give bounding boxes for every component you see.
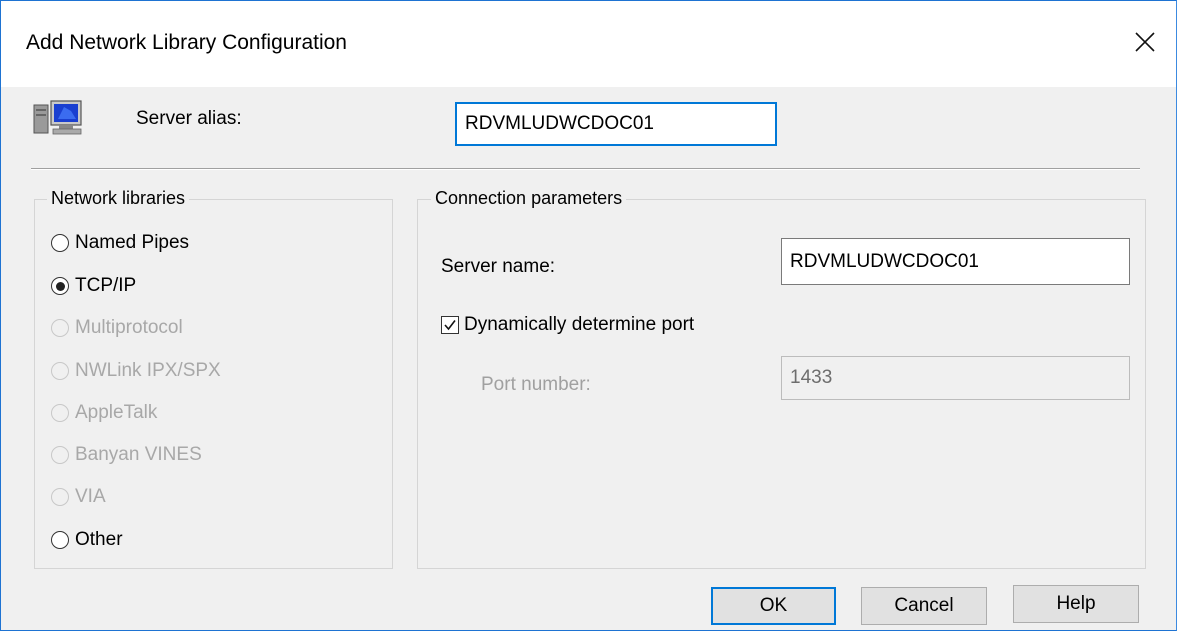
server-alias-input[interactable]: RDVMLUDWCDOC01 <box>455 102 777 146</box>
server-alias-label: Server alias: <box>136 108 242 129</box>
checkmark-icon <box>441 316 459 334</box>
radio-button-icon <box>51 446 69 464</box>
server-name-input[interactable]: RDVMLUDWCDOC01 <box>781 238 1130 285</box>
server-computer-icon <box>31 97 91 141</box>
dialog-content: Server alias: RDVMLUDWCDOC01 Network lib… <box>1 87 1176 630</box>
radio-appletalk: AppleTalk <box>51 402 157 424</box>
ok-button[interactable]: OK <box>711 587 836 625</box>
title-bar: Add Network Library Configuration <box>1 1 1176 87</box>
radio-other[interactable]: Other <box>51 529 123 551</box>
radio-button-icon <box>51 234 69 252</box>
radio-multiprotocol: Multiprotocol <box>51 317 183 339</box>
close-icon[interactable] <box>1128 25 1162 59</box>
separator <box>31 168 1140 170</box>
network-libraries-label: Network libraries <box>47 188 190 209</box>
dynamic-port-checkbox[interactable]: Dynamically determine port <box>441 314 694 336</box>
radio-selected-icon <box>51 277 69 295</box>
radio-tcp-ip[interactable]: TCP/IP <box>51 275 136 297</box>
radio-button-icon <box>51 404 69 422</box>
window-title: Add Network Library Configuration <box>26 31 347 54</box>
port-number-label: Port number: <box>481 374 591 395</box>
radio-button-icon <box>51 531 69 549</box>
radio-named-pipes[interactable]: Named Pipes <box>51 232 189 254</box>
network-libraries-group <box>34 199 393 569</box>
cancel-button[interactable]: Cancel <box>861 587 987 625</box>
radio-via: VIA <box>51 486 106 508</box>
radio-button-icon <box>51 362 69 380</box>
radio-button-icon <box>51 319 69 337</box>
radio-nwlink: NWLink IPX/SPX <box>51 360 221 382</box>
dialog-window: Add Network Library Configuration Server… <box>0 0 1177 631</box>
port-number-input: 1433 <box>781 356 1130 400</box>
help-button[interactable]: Help <box>1013 585 1139 623</box>
server-name-label: Server name: <box>441 256 556 277</box>
radio-banyan-vines: Banyan VINES <box>51 444 202 466</box>
connection-parameters-label: Connection parameters <box>431 188 627 209</box>
radio-button-icon <box>51 488 69 506</box>
